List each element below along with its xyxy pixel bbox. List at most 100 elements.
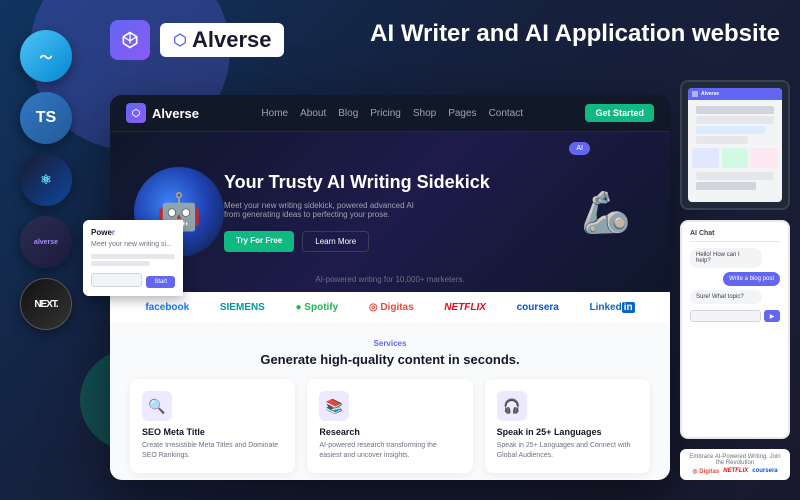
service-name-languages: Speak in 25+ Languages <box>497 427 638 437</box>
hero-cta-secondary[interactable]: Learn More <box>302 231 369 252</box>
brand-logo: Alverse <box>110 20 284 60</box>
header-title: AI Writer and AI Application website <box>370 20 780 49</box>
inner-nav: Alverse Home About Blog Pricing Shop Pag… <box>110 95 670 132</box>
inner-hero-title: Your Trusty AI Writing Sidekick <box>224 172 566 194</box>
header-tagline: AI Writer and AI Application website <box>370 20 780 49</box>
tablet-screen: Alverse <box>688 88 782 202</box>
sidebar: 〜 TS ⚛ alverse NEXT. <box>20 30 72 330</box>
left-bleed-row-1 <box>91 254 175 259</box>
brand-strip: facebook SIEMENS ● Spotify ◎ Digitas NET… <box>110 292 670 323</box>
service-icon-seo: 🔍 <box>142 391 172 421</box>
sidebar-icon-alverse[interactable]: alverse <box>20 216 72 268</box>
left-bleed-card: Power Meet your new writing si... Start <box>83 220 183 296</box>
tablet-row-5 <box>696 172 774 180</box>
inner-nav-links: Home About Blog Pricing Shop Pages Conta… <box>261 108 523 119</box>
robot-right: 🦾 <box>566 167 646 257</box>
inner-hero-text: Your Trusty AI Writing Sidekick Meet you… <box>224 172 566 253</box>
left-bleed-subtitle: Meet your new writing si... <box>91 241 175 248</box>
brand-facebook: facebook <box>145 302 189 313</box>
sidebar-icon-typescript[interactable]: TS <box>20 92 72 144</box>
nav-link-contact[interactable]: Contact <box>489 108 523 119</box>
nav-link-blog[interactable]: Blog <box>338 108 358 119</box>
service-icon-languages: 🎧 <box>497 391 527 421</box>
chat-header: AI Chat <box>690 230 780 242</box>
left-bleed-title: Power <box>91 228 175 237</box>
tablet-row-4 <box>696 136 748 144</box>
service-name-research: Research <box>319 427 460 437</box>
tablet-row-1 <box>696 106 774 114</box>
wave-symbol: 〜 <box>39 47 52 66</box>
services-grid: 🔍 SEO Meta Title Create Irresistible Met… <box>130 379 650 473</box>
tablet-nav-icon <box>692 91 698 97</box>
hero-cta-primary[interactable]: Try For Free <box>224 231 294 252</box>
inner-hero-subtext: AI-powered writing for 10,000+ marketers… <box>110 275 670 284</box>
right-sidebar: Alverse AI Chat <box>680 80 790 480</box>
main-preview: Alverse Home About Blog Pricing Shop Pag… <box>110 95 670 480</box>
page-container: 〜 TS ⚛ alverse NEXT. <box>0 0 800 500</box>
inner-hero-subtitle: Meet your new writing sidekick, powered … <box>224 201 424 219</box>
hero-badge: AI <box>569 142 590 155</box>
sidebar-icon-nextjs[interactable]: NEXT. <box>20 278 72 330</box>
service-desc-languages: Speak in 25+ Languages and Connect with … <box>497 441 638 461</box>
services-title: Generate high-quality content in seconds… <box>130 352 650 367</box>
tablet-mockup: Alverse <box>680 80 790 210</box>
service-icon-research: 📚 <box>319 391 349 421</box>
tablet-card-1 <box>692 148 719 168</box>
brand-spotify: ● Spotify <box>295 302 338 313</box>
inner-logo: Alverse <box>126 103 199 123</box>
chat-interface: AI Chat Hello! How can I help? Write a b… <box>680 220 790 439</box>
nav-link-home[interactable]: Home <box>261 108 288 119</box>
tablet-row-2 <box>696 116 774 124</box>
nav-link-pages[interactable]: Pages <box>448 108 476 119</box>
sidebar-icon-react[interactable]: ⚛ <box>20 154 72 206</box>
nav-link-about[interactable]: About <box>300 108 326 119</box>
services-label: Services <box>130 339 650 348</box>
left-bleed-row-2 <box>91 261 150 266</box>
nav-link-shop[interactable]: Shop <box>413 108 436 119</box>
inner-nav-cta-button[interactable]: Get Started <box>585 104 654 122</box>
tablet-cards <box>692 148 778 168</box>
chat-input[interactable] <box>690 310 761 322</box>
snippet-coursera: coursera <box>752 468 777 475</box>
service-card-research: 📚 Research AI-powered research transform… <box>307 379 472 473</box>
brand-netflix: NETFLIX <box>444 302 486 313</box>
left-bleed-cta[interactable]: Start <box>146 276 175 288</box>
header-area: Alverse AI Writer and AI Application web… <box>110 20 780 60</box>
left-bleed-input[interactable] <box>91 273 142 287</box>
left-bleed-input-row: Start <box>91 272 175 288</box>
tablet-card-2 <box>722 148 749 168</box>
service-card-seo: 🔍 SEO Meta Title Create Irresistible Met… <box>130 379 295 473</box>
brand-linkedin: Linkedin <box>589 302 634 313</box>
sidebar-icon-wave[interactable]: 〜 <box>20 30 72 82</box>
ts-symbol: TS <box>36 109 56 127</box>
tablet-nav: Alverse <box>688 88 782 100</box>
inner-logo-icon <box>126 103 146 123</box>
brand-digitas: ◎ Digitas <box>369 302 414 313</box>
brand-siemens: SIEMENS <box>220 302 265 313</box>
service-desc-seo: Create Irresistible Meta Titles and Domi… <box>142 441 283 461</box>
chat-send-button[interactable]: ▶ <box>764 310 780 322</box>
right-brand-snippet: Embrace AI-Powered Writing. Join the Rev… <box>680 449 790 480</box>
tablet-nav-brand: Alverse <box>701 91 719 97</box>
tablet-row-6 <box>696 182 756 190</box>
brand-text: Alverse <box>192 27 272 53</box>
alverse-icon-small <box>172 32 188 48</box>
service-card-languages: 🎧 Speak in 25+ Languages Speak in 25+ La… <box>485 379 650 473</box>
chat-bubble-2: Write a blog post <box>723 272 780 286</box>
chat-input-row: ▶ <box>690 310 780 322</box>
snippet-digitas: ◎ Digitas <box>692 468 719 475</box>
chat-bubble-1: Hello! How can I help? <box>690 248 762 268</box>
snippet-netflix: NETFLIX <box>723 468 748 475</box>
brand-name-plate: Alverse <box>160 23 284 57</box>
tablet-card-3 <box>751 148 778 168</box>
service-desc-research: AI-powered research transforming the eas… <box>319 441 460 461</box>
inner-hero: 🤖 Your Trusty AI Writing Sidekick Meet y… <box>110 132 670 292</box>
brand-logo-icon <box>110 20 150 60</box>
hero-buttons: Try For Free Learn More <box>224 231 566 252</box>
inner-logo-text: Alverse <box>152 106 199 121</box>
inner-logo-svg <box>131 108 141 118</box>
chat-bubble-right-wrap: Write a blog post <box>690 272 780 290</box>
brand-coursera: coursera <box>517 302 559 313</box>
nav-link-pricing[interactable]: Pricing <box>370 108 401 119</box>
chat-bubble-3: Sure! What topic? <box>690 290 762 304</box>
